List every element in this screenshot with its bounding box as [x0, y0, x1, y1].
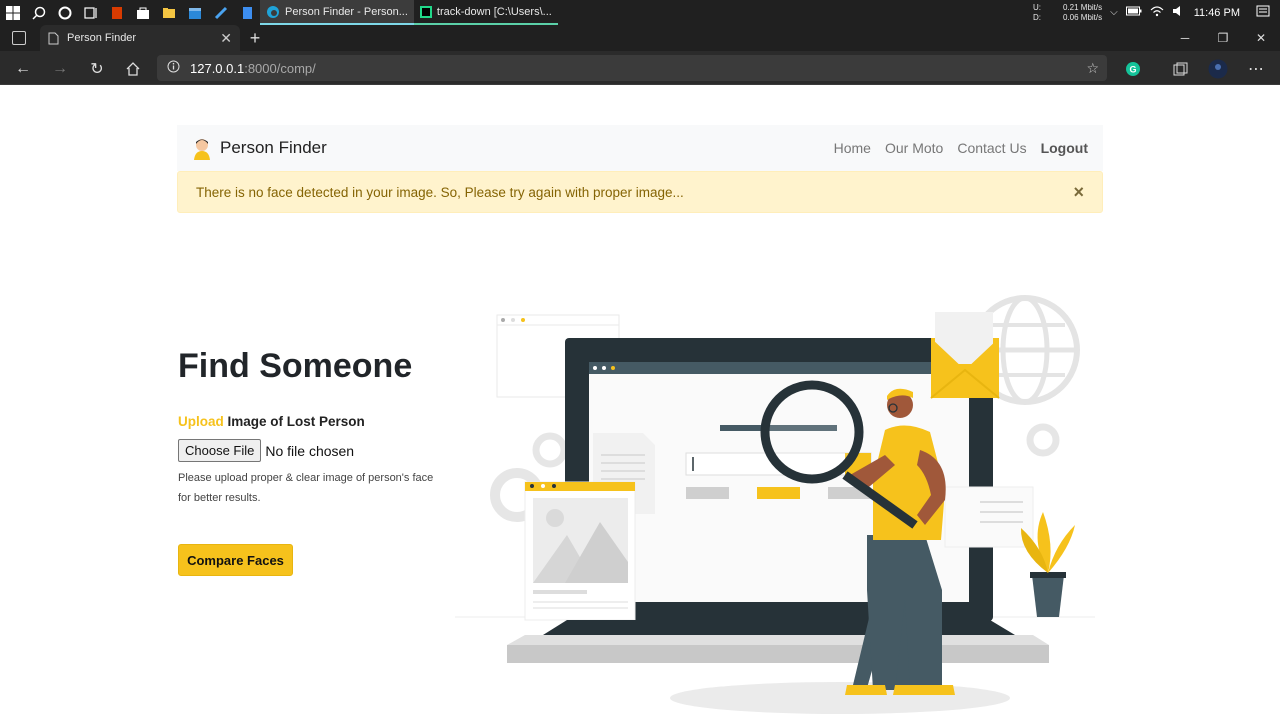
browser-toolbar: ← → ↻ 127.0.0.1:8000/comp/ ☆ G ⋯ — [0, 51, 1280, 85]
upload-accent: Upload — [178, 414, 224, 429]
windows-taskbar: Person Finder - Person... track-down [C:… — [0, 0, 1280, 25]
brand[interactable]: Person Finder — [192, 136, 327, 160]
nav-contact-us[interactable]: Contact Us — [957, 140, 1026, 156]
nav-links: Home Our Moto Contact Us Logout — [834, 140, 1088, 156]
close-tab-icon[interactable]: ✕ — [220, 30, 232, 47]
office-icon[interactable] — [104, 0, 130, 25]
site-navbar: Person Finder Home Our Moto Contact Us L… — [177, 125, 1103, 171]
forward-icon[interactable]: → — [49, 58, 71, 80]
file-input[interactable]: Choose File No file chosen — [178, 439, 448, 462]
taskbar-app-label: Person Finder - Person... — [285, 5, 408, 18]
taskbar-app-label: track-down [C:\Users\... — [436, 5, 552, 18]
taskbar-app-edge[interactable]: Person Finder - Person... — [260, 0, 414, 25]
url-host: 127.0.0.1 — [190, 60, 245, 76]
info-icon[interactable] — [167, 60, 180, 76]
nav-home[interactable]: Home — [834, 140, 871, 156]
volume-icon[interactable] — [1172, 5, 1186, 20]
calendar-icon[interactable] — [182, 0, 208, 25]
warning-alert: There is no face detected in your image.… — [177, 171, 1103, 213]
chevron-down-icon[interactable]: ⌵ — [1110, 7, 1118, 18]
find-form: Find Someone Upload Image of Lost Person… — [178, 347, 448, 576]
edge-icon — [267, 5, 279, 18]
taskbar-app-pycharm[interactable]: track-down [C:\Users\... — [413, 0, 558, 25]
nav-logout[interactable]: Logout — [1041, 140, 1088, 156]
upload-label: Upload Image of Lost Person — [178, 414, 448, 429]
clock[interactable]: 11:46 PM — [1194, 7, 1240, 19]
file-status: No file chosen — [265, 442, 355, 459]
network-speed: U: D: 0.21 Mbit/s 0.06 Mbit/s — [1033, 3, 1102, 23]
search-icon[interactable] — [26, 0, 52, 25]
new-tab-icon[interactable]: + — [245, 28, 265, 49]
battery-icon[interactable] — [1125, 6, 1142, 19]
pycharm-icon — [419, 5, 432, 18]
page-icon — [48, 32, 59, 44]
profile-avatar[interactable] — [1207, 58, 1229, 80]
svg-text:G: G — [1129, 65, 1136, 75]
choose-file-button[interactable]: Choose File — [178, 439, 262, 462]
collections-icon[interactable] — [1169, 58, 1191, 80]
download-speed: 0.06 Mbit/s — [1062, 12, 1103, 22]
compare-faces-button[interactable]: Compare Faces — [178, 544, 293, 576]
back-icon[interactable]: ← — [12, 58, 34, 80]
web-page: Person Finder Home Our Moto Contact Us L… — [0, 85, 1280, 720]
store-icon[interactable] — [130, 0, 156, 25]
notification-icon[interactable] — [1256, 5, 1270, 20]
grammarly-icon[interactable]: G — [1122, 58, 1144, 80]
windows-start-icon[interactable] — [0, 0, 26, 25]
browser-tab-strip: Person Finder ✕ + ─ ❐ ✕ — [0, 25, 1280, 51]
person-avatar-icon — [194, 139, 210, 160]
upload-speed: 0.21 Mbit/s — [1062, 2, 1103, 12]
upload-label: U: — [1032, 2, 1041, 12]
task-view-icon[interactable] — [78, 0, 104, 25]
cortana-icon[interactable] — [52, 0, 78, 25]
upload-hint: Please upload proper & clear image of pe… — [178, 472, 434, 504]
notes-icon[interactable] — [234, 0, 260, 25]
upload-label-rest: Image of Lost Person — [223, 414, 365, 429]
file-explorer-icon[interactable] — [156, 0, 182, 25]
download-label: D: — [1032, 12, 1041, 22]
tab-title: Person Finder — [67, 32, 137, 44]
close-alert-icon[interactable]: × — [1073, 182, 1084, 203]
home-icon[interactable] — [122, 58, 144, 80]
nav-our-moto[interactable]: Our Moto — [885, 140, 943, 156]
minimize-icon[interactable]: ─ — [1166, 25, 1204, 51]
address-bar[interactable]: 127.0.0.1:8000/comp/ ☆ — [157, 55, 1107, 81]
page-title: Find Someone — [178, 347, 413, 385]
more-menu-icon[interactable]: ⋯ — [1245, 58, 1267, 80]
wifi-icon[interactable] — [1150, 5, 1164, 20]
system-tray: U: D: 0.21 Mbit/s 0.06 Mbit/s ⌵ 11:46 PM — [1033, 0, 1280, 25]
brand-name: Person Finder — [220, 138, 327, 157]
browser-tab[interactable]: Person Finder ✕ — [40, 25, 240, 51]
refresh-icon[interactable]: ↻ — [86, 58, 108, 80]
workspaces-icon[interactable] — [12, 31, 26, 45]
window-controls: ─ ❐ ✕ — [1166, 25, 1280, 51]
search-illustration — [455, 295, 1095, 714]
pen-icon[interactable] — [208, 0, 234, 25]
alert-message: There is no face detected in your image.… — [196, 184, 684, 200]
favorite-icon[interactable]: ☆ — [1086, 60, 1099, 77]
url-path: :8000/comp/ — [244, 60, 316, 76]
restore-icon[interactable]: ❐ — [1204, 25, 1242, 51]
close-window-icon[interactable]: ✕ — [1242, 25, 1280, 51]
